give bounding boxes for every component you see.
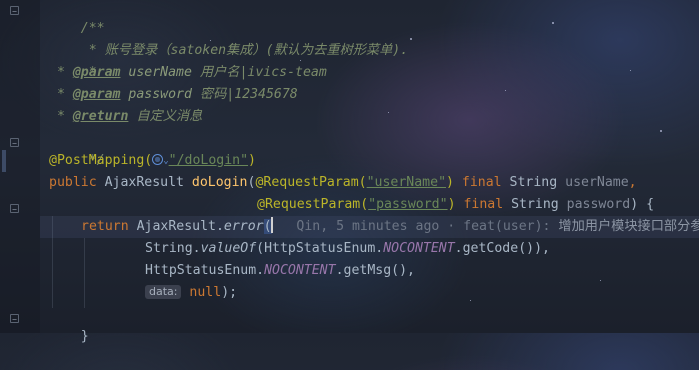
code-line: String.valueOf(HttpStatusEnum.NOCONTENT.… (145, 241, 550, 256)
code-line: @PostMapping(⌄"/doLogin") (49, 153, 256, 168)
code-line: return AjaxResult.error( Qin, 5 minutes … (81, 216, 699, 238)
code-editor[interactable]: /** * 账号登录（satoken集成）(默认为去重树形菜单). * * @p… (0, 0, 699, 344)
endpoint-link[interactable]: "/doLogin" (169, 153, 248, 168)
code-line: /** (80, 21, 105, 36)
git-blame-message[interactable]: 增加用户模块接口部分参 (558, 219, 699, 234)
code-line: * @param userName 用户名|ivics-team (49, 65, 327, 80)
code-line: * (80, 65, 97, 80)
code-line: * @param password 密码|12345678 (49, 87, 298, 102)
code-line: } (80, 329, 89, 344)
code-line: */ (80, 153, 105, 168)
indent-guide (52, 216, 53, 308)
code-line: * @return 自定义消息 (49, 109, 203, 124)
parameter-name-hint: data: (145, 285, 182, 299)
code-line: @RequestParam("password") final String p… (257, 197, 655, 212)
globe-icon[interactable] (152, 154, 164, 165)
git-blame-annotation[interactable]: Qin, 5 minutes ago · feat(user): (296, 219, 558, 234)
code-line: data: null); (145, 282, 237, 304)
code-line: public AjaxResult doLogin(@RequestParam(… (49, 175, 637, 190)
indent-guide (84, 238, 85, 308)
code-line: HttpStatusEnum.NOCONTENT.getMsg(), (145, 263, 415, 278)
code-line: * 账号登录（satoken集成）(默认为去重树形菜单). (80, 43, 409, 58)
